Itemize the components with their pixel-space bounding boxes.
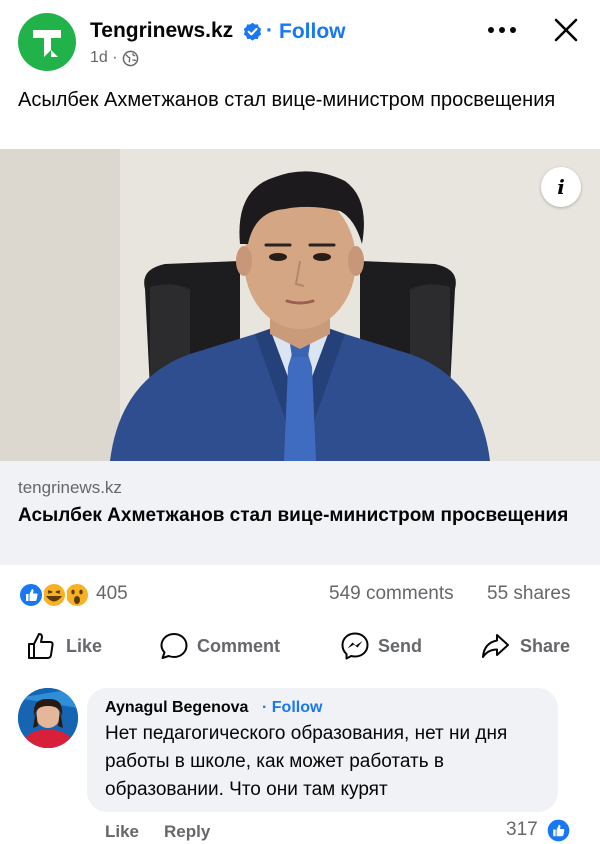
post-photo[interactable] — [0, 149, 600, 461]
post-header: Tengrinews.kz · Follow 1d · — [0, 0, 600, 80]
comment-icon — [160, 633, 188, 659]
shares-count[interactable]: 55 shares — [487, 583, 570, 605]
like-reaction-icon — [18, 582, 44, 608]
share-label: Share — [520, 636, 571, 656]
like-reaction-icon — [546, 818, 571, 843]
share-button[interactable]: Share — [480, 629, 580, 663]
follow-button[interactable]: Follow — [279, 20, 346, 44]
close-icon[interactable] — [553, 17, 579, 43]
post-text: Асылбек Ахметжанов стал вице-министром п… — [18, 89, 556, 111]
comment-reply-button[interactable]: Reply — [164, 822, 210, 842]
reaction-count[interactable]: 405 — [96, 583, 128, 605]
thumbs-up-icon — [28, 633, 54, 659]
comment-label: Comment — [197, 636, 281, 656]
page-avatar[interactable] — [18, 13, 76, 71]
commenter-name[interactable]: Aynagul Begenova — [105, 699, 248, 717]
like-button[interactable]: Like — [26, 629, 116, 663]
wow-reaction-icon — [64, 582, 90, 608]
link-title[interactable]: Асылбек Ахметжанов стал вице-министром п… — [18, 503, 578, 528]
post-timestamp[interactable]: 1d · — [90, 49, 118, 67]
comment-like-count[interactable]: 317 — [506, 819, 538, 841]
tengrinews-logo-icon — [33, 30, 61, 57]
portrait-illustration — [0, 149, 600, 461]
share-arrow-icon — [482, 634, 509, 658]
comment-follow-button[interactable]: · Follow — [262, 699, 322, 717]
commenter-avatar[interactable] — [18, 688, 78, 748]
like-label: Like — [66, 636, 103, 656]
globe-icon — [122, 50, 139, 67]
send-label: Send — [378, 636, 423, 656]
reaction-icons[interactable] — [18, 582, 92, 608]
verified-badge-icon — [243, 22, 262, 41]
commenter-photo — [18, 688, 78, 748]
comment-like-button[interactable]: Like — [105, 822, 139, 842]
page-name[interactable]: Tengrinews.kz — [90, 19, 233, 43]
send-button[interactable]: Send — [340, 629, 430, 663]
comments-count[interactable]: 549 comments — [329, 583, 454, 605]
haha-reaction-icon — [41, 582, 67, 608]
link-domain: tengrinews.kz — [18, 478, 122, 497]
messenger-icon — [341, 632, 369, 660]
info-button[interactable]: i — [541, 167, 581, 207]
more-icon[interactable] — [487, 24, 517, 36]
header-separator: · — [266, 19, 273, 42]
comment-text: Нет педагогического образования, нет ни … — [105, 723, 508, 800]
comment-button[interactable]: Comment — [159, 629, 289, 663]
